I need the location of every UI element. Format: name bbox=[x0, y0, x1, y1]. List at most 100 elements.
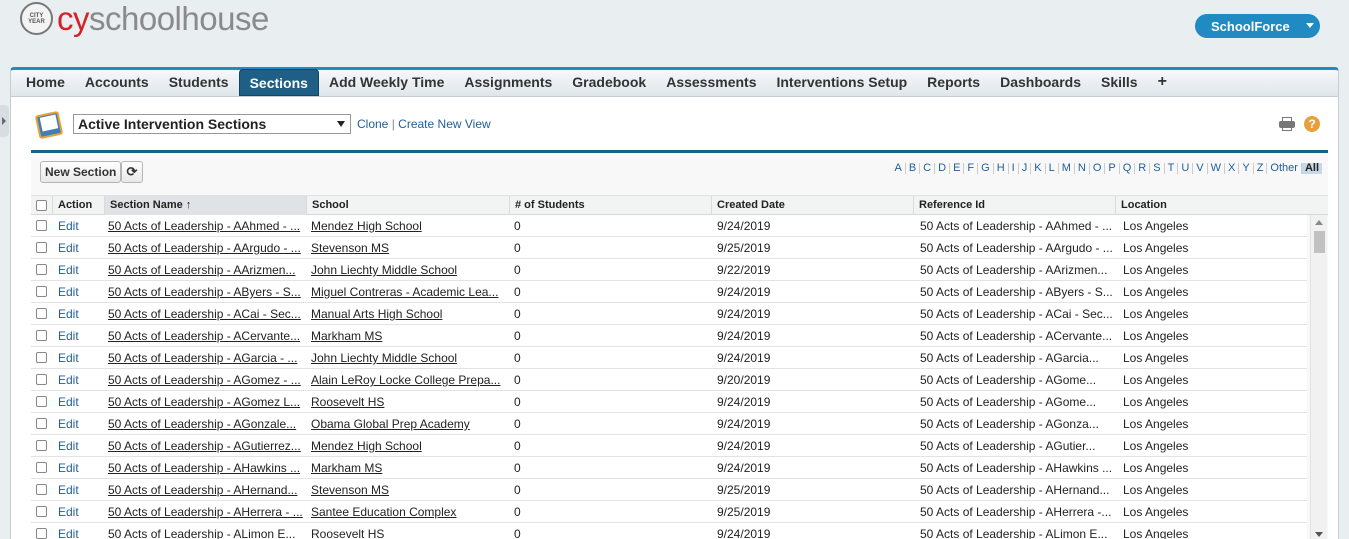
alpha-filter-e[interactable]: E bbox=[950, 163, 965, 174]
add-tab-button[interactable]: + bbox=[1148, 69, 1177, 96]
edit-link[interactable]: Edit bbox=[58, 237, 103, 259]
edit-link[interactable]: Edit bbox=[58, 259, 103, 281]
tab-accounts[interactable]: Accounts bbox=[75, 69, 159, 96]
row-checkbox[interactable] bbox=[36, 352, 47, 363]
row-checkbox[interactable] bbox=[36, 374, 47, 385]
row-checkbox[interactable] bbox=[36, 528, 47, 539]
sidebar-toggle[interactable] bbox=[0, 105, 9, 137]
alpha-filter-o[interactable]: O bbox=[1090, 163, 1106, 174]
school-link[interactable]: John Liechty Middle School bbox=[311, 347, 507, 369]
edit-link[interactable]: Edit bbox=[58, 391, 103, 413]
help-icon[interactable]: ? bbox=[1304, 116, 1320, 132]
section-name-link[interactable]: 50 Acts of Leadership - AArizmen... bbox=[108, 259, 304, 281]
column-location[interactable]: Location bbox=[1115, 196, 1328, 215]
alpha-filter-r[interactable]: R bbox=[1135, 163, 1151, 174]
alpha-filter-other[interactable]: Other bbox=[1267, 163, 1302, 174]
row-checkbox[interactable] bbox=[36, 242, 47, 253]
tab-interventions-setup[interactable]: Interventions Setup bbox=[766, 69, 917, 96]
section-name-link[interactable]: 50 Acts of Leadership - ACai - Sec... bbox=[108, 303, 304, 325]
section-name-link[interactable]: 50 Acts of Leadership - AGutierrez... bbox=[108, 435, 304, 457]
alpha-filter-c[interactable]: C bbox=[920, 163, 936, 174]
row-checkbox[interactable] bbox=[36, 462, 47, 473]
row-checkbox[interactable] bbox=[36, 506, 47, 517]
edit-link[interactable]: Edit bbox=[58, 501, 103, 523]
section-name-link[interactable]: 50 Acts of Leadership - AGomez L... bbox=[108, 391, 304, 413]
row-checkbox[interactable] bbox=[36, 440, 47, 451]
alpha-filter-a[interactable]: A bbox=[891, 163, 906, 174]
alpha-filter-h[interactable]: H bbox=[994, 163, 1009, 174]
row-checkbox[interactable] bbox=[36, 308, 47, 319]
logo[interactable]: CITY YEAR cyschoolhouse bbox=[20, 2, 269, 35]
alpha-filter-y[interactable]: Y bbox=[1239, 163, 1254, 174]
view-select[interactable]: Active Intervention Sections bbox=[73, 114, 351, 134]
alpha-filter-q[interactable]: Q bbox=[1120, 163, 1136, 174]
section-name-link[interactable]: 50 Acts of Leadership - ALimon E... bbox=[108, 523, 304, 539]
section-name-link[interactable]: 50 Acts of Leadership - AAhmed - ... bbox=[108, 215, 304, 237]
scroll-up-icon[interactable] bbox=[1315, 220, 1323, 225]
edit-link[interactable]: Edit bbox=[58, 523, 103, 539]
row-checkbox[interactable] bbox=[36, 330, 47, 341]
school-link[interactable]: Stevenson MS bbox=[311, 237, 507, 259]
school-link[interactable]: Miguel Contreras - Academic Lea... bbox=[311, 281, 507, 303]
edit-link[interactable]: Edit bbox=[58, 457, 103, 479]
tab-assessments[interactable]: Assessments bbox=[656, 69, 766, 96]
column-section-name[interactable]: Section Name ↑ bbox=[104, 196, 306, 215]
edit-link[interactable]: Edit bbox=[58, 347, 103, 369]
edit-link[interactable]: Edit bbox=[58, 413, 103, 435]
school-link[interactable]: Mendez High School bbox=[311, 435, 507, 457]
school-link[interactable]: Markham MS bbox=[311, 325, 507, 347]
edit-link[interactable]: Edit bbox=[58, 479, 103, 501]
alpha-filter-t[interactable]: T bbox=[1165, 163, 1179, 174]
school-link[interactable]: John Liechty Middle School bbox=[311, 259, 507, 281]
edit-link[interactable]: Edit bbox=[58, 303, 103, 325]
alpha-filter-b[interactable]: B bbox=[906, 163, 921, 174]
row-checkbox[interactable] bbox=[36, 484, 47, 495]
row-checkbox[interactable] bbox=[36, 264, 47, 275]
row-checkbox[interactable] bbox=[36, 286, 47, 297]
column-students[interactable]: # of Students bbox=[509, 196, 711, 215]
alpha-filter-l[interactable]: L bbox=[1046, 163, 1059, 174]
alpha-filter-f[interactable]: F bbox=[964, 163, 979, 174]
school-link[interactable]: Stevenson MS bbox=[311, 479, 507, 501]
edit-link[interactable]: Edit bbox=[58, 281, 103, 303]
alpha-filter-i[interactable]: I bbox=[1009, 163, 1019, 174]
edit-link[interactable]: Edit bbox=[58, 325, 103, 347]
school-link[interactable]: Obama Global Prep Academy bbox=[311, 413, 507, 435]
vertical-scrollbar[interactable] bbox=[1310, 215, 1327, 539]
school-link[interactable]: Mendez High School bbox=[311, 215, 507, 237]
alpha-filter-all[interactable]: All bbox=[1301, 163, 1322, 174]
alpha-filter-x[interactable]: X bbox=[1225, 163, 1240, 174]
tab-add-weekly-time[interactable]: Add Weekly Time bbox=[319, 69, 454, 96]
scroll-thumb[interactable] bbox=[1314, 231, 1325, 253]
school-link[interactable]: Roosevelt HS bbox=[311, 523, 507, 539]
alpha-filter-p[interactable]: P bbox=[1105, 163, 1120, 174]
alpha-filter-n[interactable]: N bbox=[1075, 163, 1090, 174]
column-school[interactable]: School bbox=[306, 196, 509, 215]
section-name-link[interactable]: 50 Acts of Leadership - AHernand... bbox=[108, 479, 304, 501]
scroll-down-icon[interactable] bbox=[1315, 532, 1323, 537]
edit-link[interactable]: Edit bbox=[58, 369, 103, 391]
section-name-link[interactable]: 50 Acts of Leadership - ACervante... bbox=[108, 325, 304, 347]
section-name-link[interactable]: 50 Acts of Leadership - AGomez - ... bbox=[108, 369, 304, 391]
tab-assignments[interactable]: Assignments bbox=[454, 69, 562, 96]
tab-sections[interactable]: Sections bbox=[238, 69, 319, 96]
app-switcher-button[interactable]: SchoolForce bbox=[1195, 14, 1320, 38]
edit-link[interactable]: Edit bbox=[58, 215, 103, 237]
alpha-filter-g[interactable]: G bbox=[978, 163, 994, 174]
clone-link[interactable]: Clone bbox=[357, 117, 388, 131]
school-link[interactable]: Markham MS bbox=[311, 457, 507, 479]
alpha-filter-d[interactable]: D bbox=[935, 163, 951, 174]
alpha-filter-w[interactable]: W bbox=[1208, 163, 1225, 174]
section-name-link[interactable]: 50 Acts of Leadership - AHawkins ... bbox=[108, 457, 304, 479]
column-reference-id[interactable]: Reference Id bbox=[913, 196, 1115, 215]
section-name-link[interactable]: 50 Acts of Leadership - AGonzale... bbox=[108, 413, 304, 435]
alpha-filter-j[interactable]: J bbox=[1019, 163, 1032, 174]
alpha-filter-u[interactable]: U bbox=[1178, 163, 1194, 174]
tab-home[interactable]: Home bbox=[16, 69, 75, 96]
section-name-link[interactable]: 50 Acts of Leadership - AHerrera - ... bbox=[108, 501, 304, 523]
new-section-button[interactable]: New Section bbox=[40, 161, 122, 183]
create-new-view-link[interactable]: Create New View bbox=[398, 117, 490, 131]
row-checkbox[interactable] bbox=[36, 396, 47, 407]
tab-skills[interactable]: Skills bbox=[1091, 69, 1148, 96]
row-checkbox[interactable] bbox=[36, 220, 47, 231]
